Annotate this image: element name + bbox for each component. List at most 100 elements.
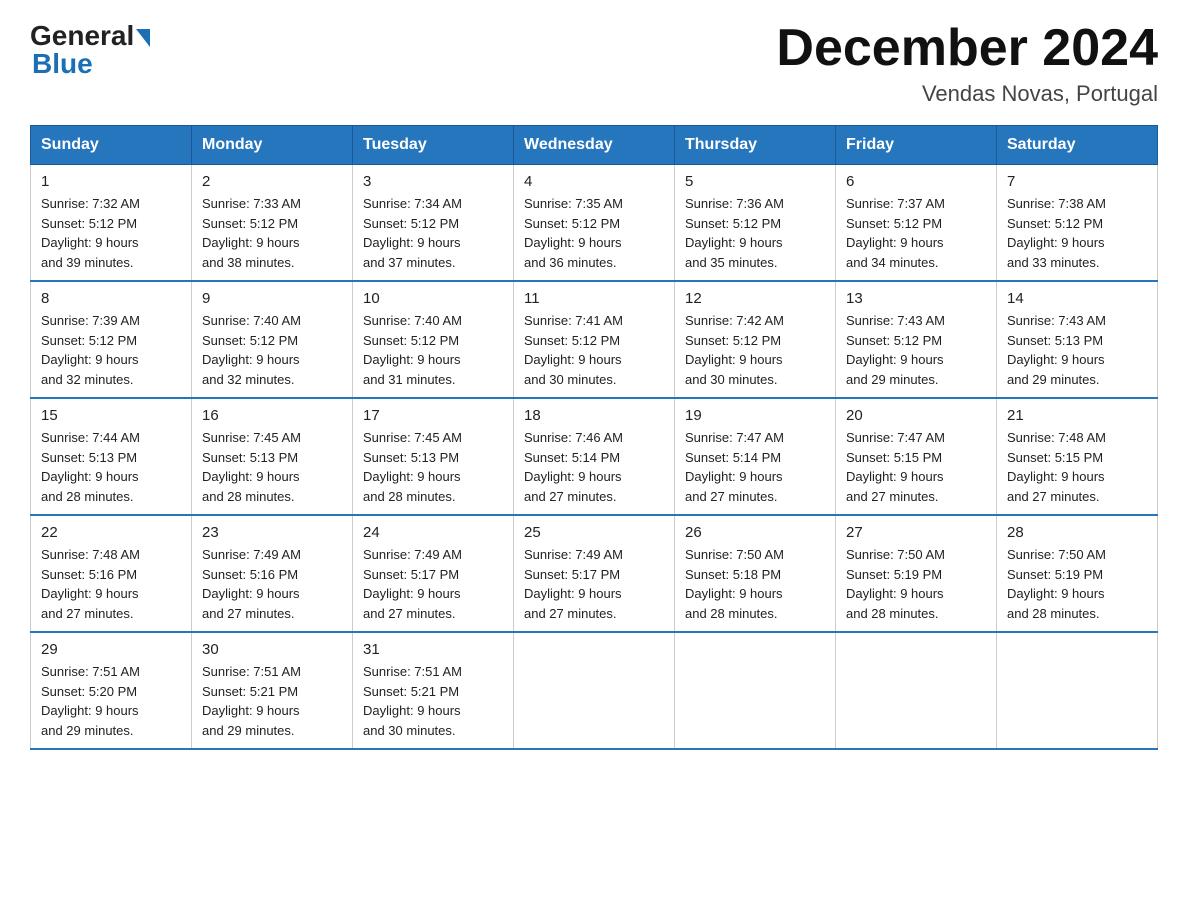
day-info: Sunrise: 7:50 AMSunset: 5:18 PMDaylight:… [685,545,825,623]
day-cell [997,632,1158,749]
day-number: 21 [1007,407,1147,424]
day-cell [836,632,997,749]
day-cell: 10 Sunrise: 7:40 AMSunset: 5:12 PMDayligh… [353,281,514,398]
day-info: Sunrise: 7:42 AMSunset: 5:12 PMDaylight:… [685,311,825,389]
day-cell: 28 Sunrise: 7:50 AMSunset: 5:19 PMDayligh… [997,515,1158,632]
day-number: 1 [41,173,181,190]
day-number: 3 [363,173,503,190]
day-cell: 22 Sunrise: 7:48 AMSunset: 5:16 PMDayligh… [31,515,192,632]
month-title: December 2024 [776,20,1158,77]
day-number: 25 [524,524,664,541]
day-cell: 14 Sunrise: 7:43 AMSunset: 5:13 PMDayligh… [997,281,1158,398]
day-number: 19 [685,407,825,424]
header-day-sunday: Sunday [31,126,192,165]
header-day-tuesday: Tuesday [353,126,514,165]
day-number: 30 [202,641,342,658]
day-cell: 25 Sunrise: 7:49 AMSunset: 5:17 PMDayligh… [514,515,675,632]
day-info: Sunrise: 7:51 AMSunset: 5:21 PMDaylight:… [202,662,342,740]
day-number: 16 [202,407,342,424]
day-info: Sunrise: 7:43 AMSunset: 5:12 PMDaylight:… [846,311,986,389]
header-day-wednesday: Wednesday [514,126,675,165]
logo-arrow-icon [136,29,150,47]
day-number: 22 [41,524,181,541]
day-cell: 13 Sunrise: 7:43 AMSunset: 5:12 PMDayligh… [836,281,997,398]
day-cell: 5Sunrise: 7:36 AMSunset: 5:12 PMDaylight… [675,165,836,282]
day-number: 14 [1007,290,1147,307]
calendar-body: 1 Sunrise: 7:32 AMSunset: 5:12 PMDaylight… [31,165,1158,750]
day-number: 6 [846,173,986,190]
day-cell [675,632,836,749]
day-number: 28 [1007,524,1147,541]
day-number: 20 [846,407,986,424]
day-cell: 4 Sunrise: 7:35 AMSunset: 5:12 PMDaylight… [514,165,675,282]
logo: General Blue [30,20,150,80]
day-info: Sunrise: 7:40 AMSunset: 5:12 PMDaylight:… [202,311,342,389]
day-info: Sunrise: 7:51 AMSunset: 5:21 PMDaylight:… [363,662,503,740]
header-day-thursday: Thursday [675,126,836,165]
day-cell: 30 Sunrise: 7:51 AMSunset: 5:21 PMDayligh… [192,632,353,749]
day-number: 24 [363,524,503,541]
week-row-1: 1 Sunrise: 7:32 AMSunset: 5:12 PMDaylight… [31,165,1158,282]
day-cell: 24Sunrise: 7:49 AMSunset: 5:17 PMDayligh… [353,515,514,632]
day-info: Sunrise: 7:33 AMSunset: 5:12 PMDaylight:… [202,194,342,272]
day-info: Sunrise: 7:48 AMSunset: 5:16 PMDaylight:… [41,545,181,623]
day-info: Sunrise: 7:34 AMSunset: 5:12 PMDaylight:… [363,194,503,272]
day-info: Sunrise: 7:40 AMSunset: 5:12 PMDaylight:… [363,311,503,389]
day-cell: 31 Sunrise: 7:51 AMSunset: 5:21 PMDayligh… [353,632,514,749]
day-number: 17 [363,407,503,424]
day-number: 23 [202,524,342,541]
day-cell: 17Sunrise: 7:45 AMSunset: 5:13 PMDayligh… [353,398,514,515]
week-row-3: 15Sunrise: 7:44 AMSunset: 5:13 PMDayligh… [31,398,1158,515]
day-cell: 16Sunrise: 7:45 AMSunset: 5:13 PMDayligh… [192,398,353,515]
day-number: 12 [685,290,825,307]
day-info: Sunrise: 7:35 AMSunset: 5:12 PMDaylight:… [524,194,664,272]
day-number: 13 [846,290,986,307]
day-cell: 26 Sunrise: 7:50 AMSunset: 5:18 PMDayligh… [675,515,836,632]
day-cell: 23Sunrise: 7:49 AMSunset: 5:16 PMDayligh… [192,515,353,632]
header-row: SundayMondayTuesdayWednesdayThursdayFrid… [31,126,1158,165]
calendar-header: SundayMondayTuesdayWednesdayThursdayFrid… [31,126,1158,165]
day-cell [514,632,675,749]
day-number: 27 [846,524,986,541]
day-cell: 12 Sunrise: 7:42 AMSunset: 5:12 PMDayligh… [675,281,836,398]
logo-blue-text: Blue [32,48,93,80]
day-number: 18 [524,407,664,424]
calendar-table: SundayMondayTuesdayWednesdayThursdayFrid… [30,125,1158,750]
day-number: 4 [524,173,664,190]
day-cell: 8 Sunrise: 7:39 AMSunset: 5:12 PMDaylight… [31,281,192,398]
day-cell: 3 Sunrise: 7:34 AMSunset: 5:12 PMDaylight… [353,165,514,282]
day-cell: 9Sunrise: 7:40 AMSunset: 5:12 PMDaylight… [192,281,353,398]
day-info: Sunrise: 7:44 AMSunset: 5:13 PMDaylight:… [41,428,181,506]
header-day-monday: Monday [192,126,353,165]
day-info: Sunrise: 7:32 AMSunset: 5:12 PMDaylight:… [41,194,181,272]
day-number: 29 [41,641,181,658]
day-info: Sunrise: 7:37 AMSunset: 5:12 PMDaylight:… [846,194,986,272]
day-info: Sunrise: 7:47 AMSunset: 5:15 PMDaylight:… [846,428,986,506]
day-cell: 29Sunrise: 7:51 AMSunset: 5:20 PMDayligh… [31,632,192,749]
day-number: 2 [202,173,342,190]
day-cell: 19 Sunrise: 7:47 AMSunset: 5:14 PMDayligh… [675,398,836,515]
day-info: Sunrise: 7:38 AMSunset: 5:12 PMDaylight:… [1007,194,1147,272]
location-label: Vendas Novas, Portugal [776,81,1158,107]
day-cell: 15Sunrise: 7:44 AMSunset: 5:13 PMDayligh… [31,398,192,515]
day-number: 11 [524,290,664,307]
week-row-4: 22 Sunrise: 7:48 AMSunset: 5:16 PMDayligh… [31,515,1158,632]
header-day-saturday: Saturday [997,126,1158,165]
day-info: Sunrise: 7:50 AMSunset: 5:19 PMDaylight:… [846,545,986,623]
day-number: 10 [363,290,503,307]
day-info: Sunrise: 7:39 AMSunset: 5:12 PMDaylight:… [41,311,181,389]
day-info: Sunrise: 7:47 AMSunset: 5:14 PMDaylight:… [685,428,825,506]
day-cell: 2 Sunrise: 7:33 AMSunset: 5:12 PMDaylight… [192,165,353,282]
day-cell: 21 Sunrise: 7:48 AMSunset: 5:15 PMDayligh… [997,398,1158,515]
day-number: 31 [363,641,503,658]
day-info: Sunrise: 7:49 AMSunset: 5:17 PMDaylight:… [524,545,664,623]
day-number: 26 [685,524,825,541]
day-cell: 18Sunrise: 7:46 AMSunset: 5:14 PMDayligh… [514,398,675,515]
page-header: General Blue December 2024 Vendas Novas,… [30,20,1158,107]
day-info: Sunrise: 7:50 AMSunset: 5:19 PMDaylight:… [1007,545,1147,623]
day-info: Sunrise: 7:48 AMSunset: 5:15 PMDaylight:… [1007,428,1147,506]
day-cell: 11 Sunrise: 7:41 AMSunset: 5:12 PMDayligh… [514,281,675,398]
day-info: Sunrise: 7:41 AMSunset: 5:12 PMDaylight:… [524,311,664,389]
day-info: Sunrise: 7:43 AMSunset: 5:13 PMDaylight:… [1007,311,1147,389]
day-number: 8 [41,290,181,307]
